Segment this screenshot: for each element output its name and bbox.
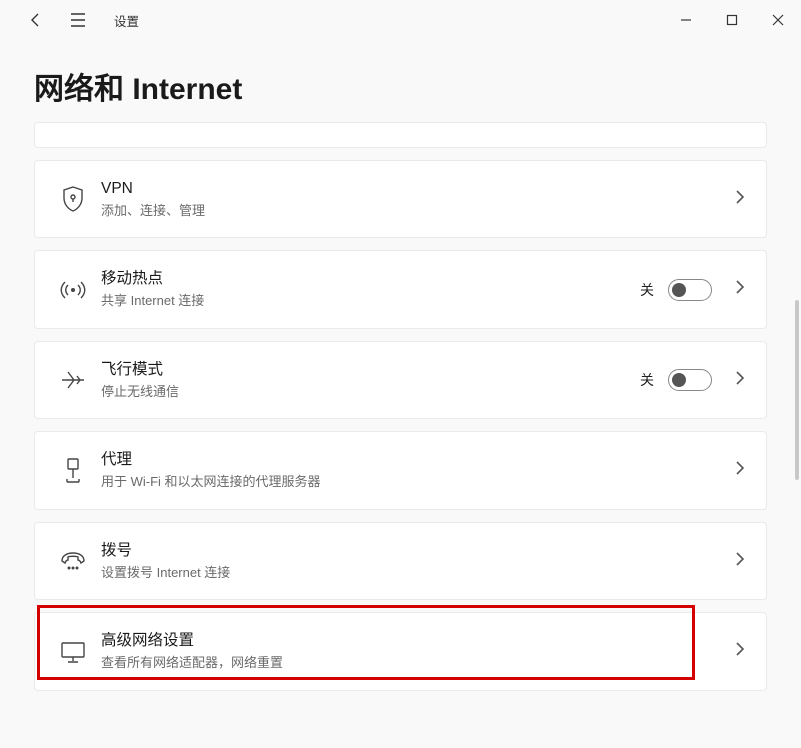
item-desc: 查看所有网络适配器，网络重置 [101, 654, 726, 672]
page-title: 网络和 Internet [0, 40, 801, 122]
toggle-state-label: 关 [640, 280, 654, 300]
item-desc: 设置拨号 Internet 连接 [101, 564, 726, 582]
app-title: 设置 [114, 11, 139, 30]
monitor-icon [51, 641, 95, 663]
maximize-button[interactable] [709, 0, 755, 40]
settings-list: VPN 添加、连接、管理 移动热点 共享 Internet 连接 关 [0, 122, 801, 748]
toggle-state-label: 关 [640, 370, 654, 390]
airplane-toggle[interactable] [668, 369, 712, 391]
chevron-right-icon [734, 461, 746, 480]
hotspot-toggle[interactable] [668, 279, 712, 301]
proxy-icon [51, 458, 95, 484]
item-title: 飞行模式 [101, 360, 640, 381]
chevron-right-icon [734, 190, 746, 209]
settings-item-airplane[interactable]: 飞行模式 停止无线通信 关 [34, 341, 767, 419]
shield-icon [51, 186, 95, 212]
item-title: 代理 [101, 450, 726, 471]
item-desc: 共享 Internet 连接 [101, 292, 640, 310]
hamburger-menu-button[interactable] [66, 8, 90, 32]
scrollbar[interactable] [795, 300, 799, 480]
chevron-right-icon [734, 552, 746, 571]
minimize-button[interactable] [663, 0, 709, 40]
phone-icon [51, 551, 95, 571]
titlebar: 设置 [0, 0, 801, 40]
item-desc: 停止无线通信 [101, 383, 640, 401]
item-title: 移动热点 [101, 269, 640, 290]
settings-item-partial[interactable] [34, 122, 767, 148]
close-button[interactable] [755, 0, 801, 40]
chevron-right-icon [734, 371, 746, 390]
settings-item-vpn[interactable]: VPN 添加、连接、管理 [34, 160, 767, 238]
chevron-right-icon [734, 642, 746, 661]
settings-item-advanced[interactable]: 高级网络设置 查看所有网络适配器，网络重置 [34, 612, 767, 690]
back-button[interactable] [24, 8, 48, 32]
settings-item-dialup[interactable]: 拨号 设置拨号 Internet 连接 [34, 522, 767, 600]
settings-item-hotspot[interactable]: 移动热点 共享 Internet 连接 关 [34, 250, 767, 328]
airplane-icon [51, 369, 95, 391]
item-title: 高级网络设置 [101, 631, 726, 652]
settings-item-proxy[interactable]: 代理 用于 Wi-Fi 和以太网连接的代理服务器 [34, 431, 767, 509]
item-desc: 用于 Wi-Fi 和以太网连接的代理服务器 [101, 473, 726, 491]
hotspot-icon [51, 279, 95, 301]
item-title: 拨号 [101, 541, 726, 562]
item-desc: 添加、连接、管理 [101, 202, 726, 220]
item-title: VPN [101, 179, 726, 200]
chevron-right-icon [734, 280, 746, 299]
